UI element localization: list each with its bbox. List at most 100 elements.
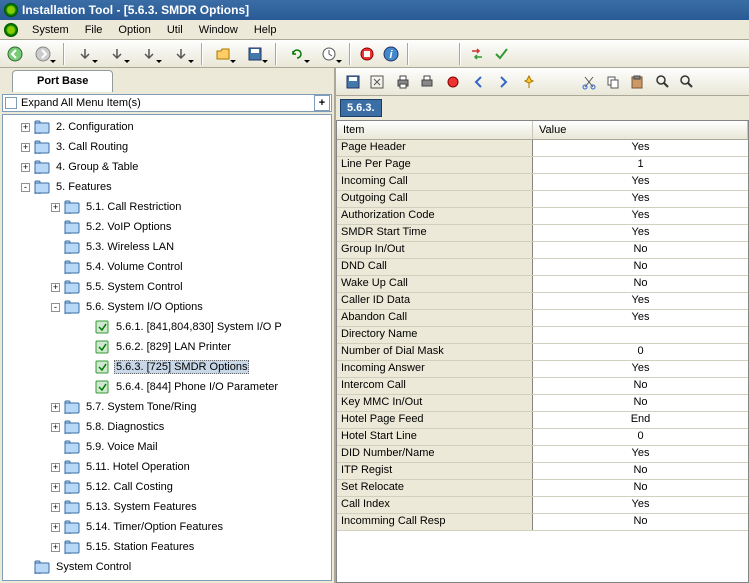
expand-toggle[interactable]: +: [51, 503, 60, 512]
cell-value[interactable]: No: [533, 480, 748, 496]
expand-toggle[interactable]: +: [21, 163, 30, 172]
down2-button[interactable]: [102, 43, 132, 65]
down3-button[interactable]: [134, 43, 164, 65]
cell-value[interactable]: Yes: [533, 174, 748, 190]
tree-node[interactable]: +5.12. Call Costing: [3, 477, 331, 497]
table-row[interactable]: Wake Up CallNo: [337, 276, 748, 293]
cell-value[interactable]: Yes: [533, 225, 748, 241]
print-preview-icon[interactable]: [416, 71, 438, 93]
expand-all-bar[interactable]: Expand All Menu Item(s) +: [2, 94, 332, 112]
table-row[interactable]: Group In/OutNo: [337, 242, 748, 259]
table-row[interactable]: Authorization CodeYes: [337, 208, 748, 225]
find-icon[interactable]: [652, 71, 674, 93]
close-icon[interactable]: [366, 71, 388, 93]
tree-node[interactable]: +5.8. Diagnostics: [3, 417, 331, 437]
table-row[interactable]: Hotel Page FeedEnd: [337, 412, 748, 429]
tree-node[interactable]: 5.4. Volume Control: [3, 257, 331, 277]
expand-toggle[interactable]: +: [51, 283, 60, 292]
down4-button[interactable]: [166, 43, 196, 65]
table-row[interactable]: Number of Dial Mask0: [337, 344, 748, 361]
paste-icon[interactable]: [626, 71, 648, 93]
cell-value[interactable]: Yes: [533, 208, 748, 224]
pin-icon[interactable]: [518, 71, 540, 93]
cell-value[interactable]: No: [533, 514, 748, 530]
swap-button[interactable]: [466, 43, 488, 65]
cell-value[interactable]: No: [533, 463, 748, 479]
tree-node[interactable]: +5.14. Timer/Option Features: [3, 517, 331, 537]
tree-node[interactable]: -5.6. System I/O Options: [3, 297, 331, 317]
menu-window[interactable]: Window: [191, 22, 246, 38]
cell-value[interactable]: No: [533, 276, 748, 292]
tree-node[interactable]: 5.6.1. [841,804,830] System I/O P: [3, 317, 331, 337]
cell-value[interactable]: Yes: [533, 310, 748, 326]
cell-value[interactable]: No: [533, 378, 748, 394]
table-row[interactable]: Outgoing CallYes: [337, 191, 748, 208]
tree-node[interactable]: -5. Features: [3, 177, 331, 197]
cell-value[interactable]: End: [533, 412, 748, 428]
clock-button[interactable]: [314, 43, 344, 65]
cell-value[interactable]: Yes: [533, 140, 748, 156]
expand-toggle[interactable]: +: [51, 523, 60, 532]
expand-toggle[interactable]: +: [51, 423, 60, 432]
table-row[interactable]: DID Number/NameYes: [337, 446, 748, 463]
expand-toggle[interactable]: +: [51, 483, 60, 492]
prev-icon[interactable]: [468, 71, 490, 93]
open-button[interactable]: [208, 43, 238, 65]
table-row[interactable]: Set RelocateNo: [337, 480, 748, 497]
info-button[interactable]: i: [380, 43, 402, 65]
expand-toggle[interactable]: +: [21, 123, 30, 132]
nav-tree[interactable]: +2. Configuration+3. Call Routing+4. Gro…: [2, 114, 332, 581]
back-button[interactable]: [4, 43, 26, 65]
expand-toggle[interactable]: -: [51, 303, 60, 312]
table-row[interactable]: Caller ID DataYes: [337, 293, 748, 310]
cell-value[interactable]: No: [533, 259, 748, 275]
stop-button[interactable]: [356, 43, 378, 65]
record-icon[interactable]: [442, 71, 464, 93]
col-item[interactable]: Item: [337, 121, 533, 139]
table-row[interactable]: ITP RegistNo: [337, 463, 748, 480]
save-button[interactable]: [240, 43, 270, 65]
menu-file[interactable]: File: [77, 22, 111, 38]
expand-toggle[interactable]: +: [21, 143, 30, 152]
table-row[interactable]: Incoming AnswerYes: [337, 361, 748, 378]
tree-node[interactable]: +2. Configuration: [3, 117, 331, 137]
crumb-item[interactable]: 5.6.3.: [340, 99, 382, 117]
menu-help[interactable]: Help: [246, 22, 285, 38]
expand-toggle[interactable]: -: [21, 183, 30, 192]
expand-toggle[interactable]: +: [51, 203, 60, 212]
save-icon[interactable]: [342, 71, 364, 93]
expand-plus-button[interactable]: +: [314, 95, 330, 111]
tree-node[interactable]: 5.6.2. [829] LAN Printer: [3, 337, 331, 357]
menu-system[interactable]: System: [24, 22, 77, 38]
table-row[interactable]: Call IndexYes: [337, 497, 748, 514]
cell-value[interactable]: Yes: [533, 293, 748, 309]
find-next-icon[interactable]: [676, 71, 698, 93]
down1-button[interactable]: [70, 43, 100, 65]
table-row[interactable]: Page HeaderYes: [337, 140, 748, 157]
table-row[interactable]: Incoming CallYes: [337, 174, 748, 191]
cell-value[interactable]: Yes: [533, 191, 748, 207]
tree-node[interactable]: +5.15. Station Features: [3, 537, 331, 557]
expand-toggle[interactable]: +: [51, 463, 60, 472]
tree-node[interactable]: +5.11. Hotel Operation: [3, 457, 331, 477]
table-row[interactable]: Directory Name: [337, 327, 748, 344]
table-row[interactable]: DND CallNo: [337, 259, 748, 276]
expand-checkbox[interactable]: [5, 97, 17, 109]
tree-node[interactable]: 5.2. VoIP Options: [3, 217, 331, 237]
tree-node[interactable]: System Control: [3, 557, 331, 577]
cell-value[interactable]: 0: [533, 429, 748, 445]
tree-node[interactable]: 5.6.3. [725] SMDR Options: [3, 357, 331, 377]
table-row[interactable]: Intercom CallNo: [337, 378, 748, 395]
cell-value[interactable]: No: [533, 395, 748, 411]
tab-port-base[interactable]: Port Base: [12, 70, 113, 92]
cell-value[interactable]: Yes: [533, 497, 748, 513]
tree-node[interactable]: +5.5. System Control: [3, 277, 331, 297]
tree-node[interactable]: +3. Call Routing: [3, 137, 331, 157]
menu-util[interactable]: Util: [159, 22, 191, 38]
table-row[interactable]: Key MMC In/OutNo: [337, 395, 748, 412]
cut-icon[interactable]: [578, 71, 600, 93]
cell-value[interactable]: 1: [533, 157, 748, 173]
print-icon[interactable]: [392, 71, 414, 93]
forward-button[interactable]: [28, 43, 58, 65]
table-row[interactable]: Abandon CallYes: [337, 310, 748, 327]
